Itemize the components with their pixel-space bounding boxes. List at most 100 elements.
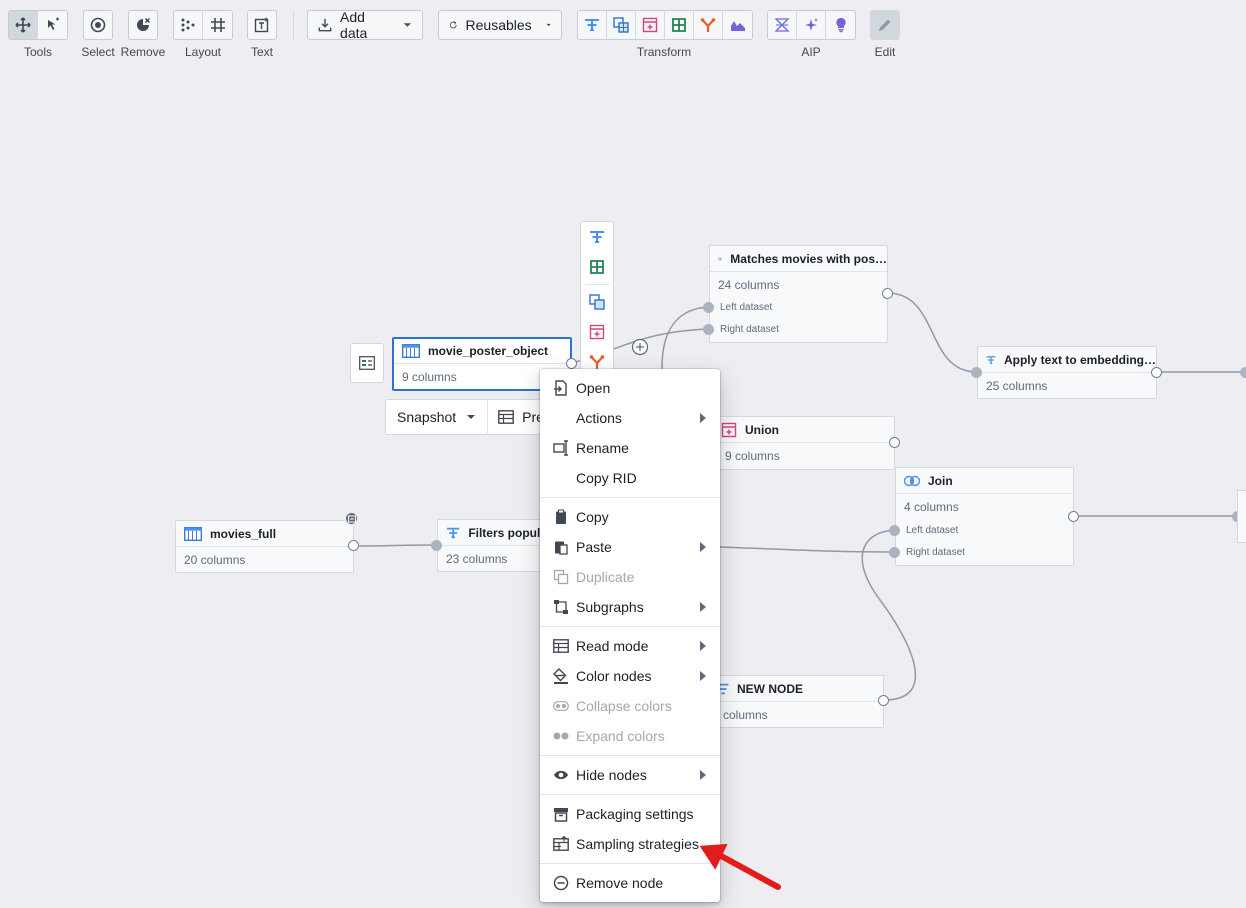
menu-item-color-nodes[interactable]: Color nodes [540, 661, 720, 691]
submenu-caret-icon [700, 413, 706, 423]
join-output-port[interactable] [1068, 511, 1079, 522]
node-column-count: 23 columns [446, 552, 508, 566]
move-icon [15, 17, 31, 33]
new-node-output-port[interactable] [878, 695, 889, 706]
chart-transform-button[interactable] [723, 11, 752, 39]
menu-item-actions[interactable]: Actions [540, 403, 720, 433]
edit-button[interactable] [870, 10, 900, 40]
node-movies-full[interactable]: movies_full 20 columns [175, 520, 354, 573]
pan-tool-button[interactable] [9, 11, 38, 39]
transform-button-group[interactable] [577, 10, 753, 40]
node-union[interactable]: Union 9 columns [710, 416, 895, 470]
split-transform-button[interactable] [694, 11, 723, 39]
table-join-icon [613, 17, 629, 33]
rename-icon [553, 440, 568, 456]
auto-layout-button[interactable] [174, 11, 203, 39]
node-matches-movies[interactable]: Matches movies with pos… 24 columns Left… [709, 245, 888, 343]
movie-poster-output-port[interactable] [566, 358, 577, 369]
node-join[interactable]: Join 4 columns Left dataset Right datase… [895, 467, 1074, 566]
menu-item-packaging-settings[interactable]: Packaging settings [540, 799, 720, 829]
union-icon [589, 324, 605, 340]
grid-layout-button[interactable] [203, 11, 232, 39]
node-column-count: columns [723, 708, 768, 722]
menu-divider [540, 794, 720, 795]
menu-item-label: Hide nodes [576, 767, 647, 783]
matches-right-input-port[interactable] [703, 324, 714, 335]
menu-item-subgraphs[interactable]: Subgraphs [540, 592, 720, 622]
filter-icon [447, 527, 460, 538]
area-chart-icon [730, 21, 745, 31]
tools-button-group[interactable] [8, 10, 68, 40]
menu-item-label: Remove node [576, 875, 664, 891]
select-label: Select [81, 45, 115, 59]
add-data-dropdown[interactable]: Add data [307, 9, 423, 41]
quick-filter-button[interactable] [581, 222, 613, 252]
menu-item-copy[interactable]: Copy [540, 502, 720, 532]
pencil-icon [879, 19, 891, 31]
remove-button[interactable] [128, 10, 158, 40]
paste-icon [555, 541, 568, 555]
aip-model-button[interactable] [768, 11, 797, 39]
filter-icon [986, 355, 996, 364]
aip-generate-button[interactable] [797, 11, 826, 39]
join-left-input-port[interactable] [889, 525, 900, 536]
preview-button[interactable]: Pre [488, 409, 544, 425]
menu-item-hide-nodes[interactable]: Hide nodes [540, 760, 720, 790]
menu-item-expand-colors: Expand colors [540, 721, 720, 751]
node-title: movie_poster_object [428, 344, 549, 358]
node-apply-text-embedding[interactable]: Apply text to embedding… 25 columns [977, 346, 1157, 399]
layout-button-group[interactable] [173, 10, 233, 40]
transform-label: Transform [636, 45, 692, 59]
union-icon [642, 17, 658, 33]
union-transform-button[interactable] [636, 11, 665, 39]
join-columns-icon [590, 260, 604, 274]
apply-text-input-port[interactable] [971, 367, 982, 378]
filter-transform-button[interactable] [578, 11, 607, 39]
menu-item-label: Open [576, 380, 611, 396]
filter-icon [590, 231, 604, 243]
join-node-icon [904, 475, 920, 486]
aip-button-group[interactable] [767, 10, 856, 40]
target-icon [90, 17, 106, 33]
menu-item-label: Actions [576, 410, 622, 426]
quick-pivot-button[interactable] [581, 287, 613, 317]
quick-union-button[interactable] [581, 317, 613, 347]
menu-item-label: Copy [576, 509, 609, 525]
offscreen-node[interactable] [1237, 490, 1246, 543]
join-right-input-port[interactable] [889, 547, 900, 558]
node-options-bar: Snapshot Pre [385, 399, 555, 435]
matches-left-input-port[interactable] [703, 302, 714, 313]
menu-item-copy-rid[interactable]: Copy RID [540, 463, 720, 493]
matches-output-port[interactable] [882, 288, 893, 299]
subgraph-icon [554, 600, 568, 614]
schedule-badge-icon [344, 511, 359, 526]
dataset-table-icon [184, 526, 202, 541]
aip-suggest-button[interactable] [826, 11, 855, 39]
movies-full-output-port[interactable] [348, 540, 359, 551]
menu-item-read-mode[interactable]: Read mode [540, 631, 720, 661]
node-filters-popular[interactable]: Filters popula 23 columns [437, 519, 547, 572]
reusables-label: Reusables [465, 17, 532, 33]
quick-join-button[interactable] [581, 252, 613, 282]
clipboard-icon [556, 509, 566, 524]
join-transform-button[interactable] [665, 11, 694, 39]
layout-dots-icon [181, 18, 195, 32]
offscreen-input-port[interactable] [1240, 367, 1246, 378]
layout-label: Layout [184, 45, 222, 59]
select-button[interactable] [83, 10, 113, 40]
menu-item-open[interactable]: Open [540, 373, 720, 403]
union-icon [721, 422, 737, 437]
grid-icon [210, 18, 225, 32]
menu-item-rename[interactable]: Rename [540, 433, 720, 463]
text-button[interactable] [247, 10, 277, 40]
union-output-port[interactable] [889, 437, 900, 448]
node-new-node[interactable]: NEW NODE columns [712, 675, 884, 728]
reusables-dropdown[interactable]: Reusables [438, 10, 562, 40]
node-side-action-button[interactable] [350, 343, 384, 383]
pivot-transform-button[interactable] [607, 11, 636, 39]
menu-item-paste[interactable]: Paste [540, 532, 720, 562]
filters-input-port[interactable] [431, 540, 442, 551]
snapshot-dropdown[interactable]: Snapshot [386, 400, 489, 434]
pointer-tool-button[interactable] [38, 11, 67, 39]
apply-text-output-port[interactable] [1151, 367, 1162, 378]
